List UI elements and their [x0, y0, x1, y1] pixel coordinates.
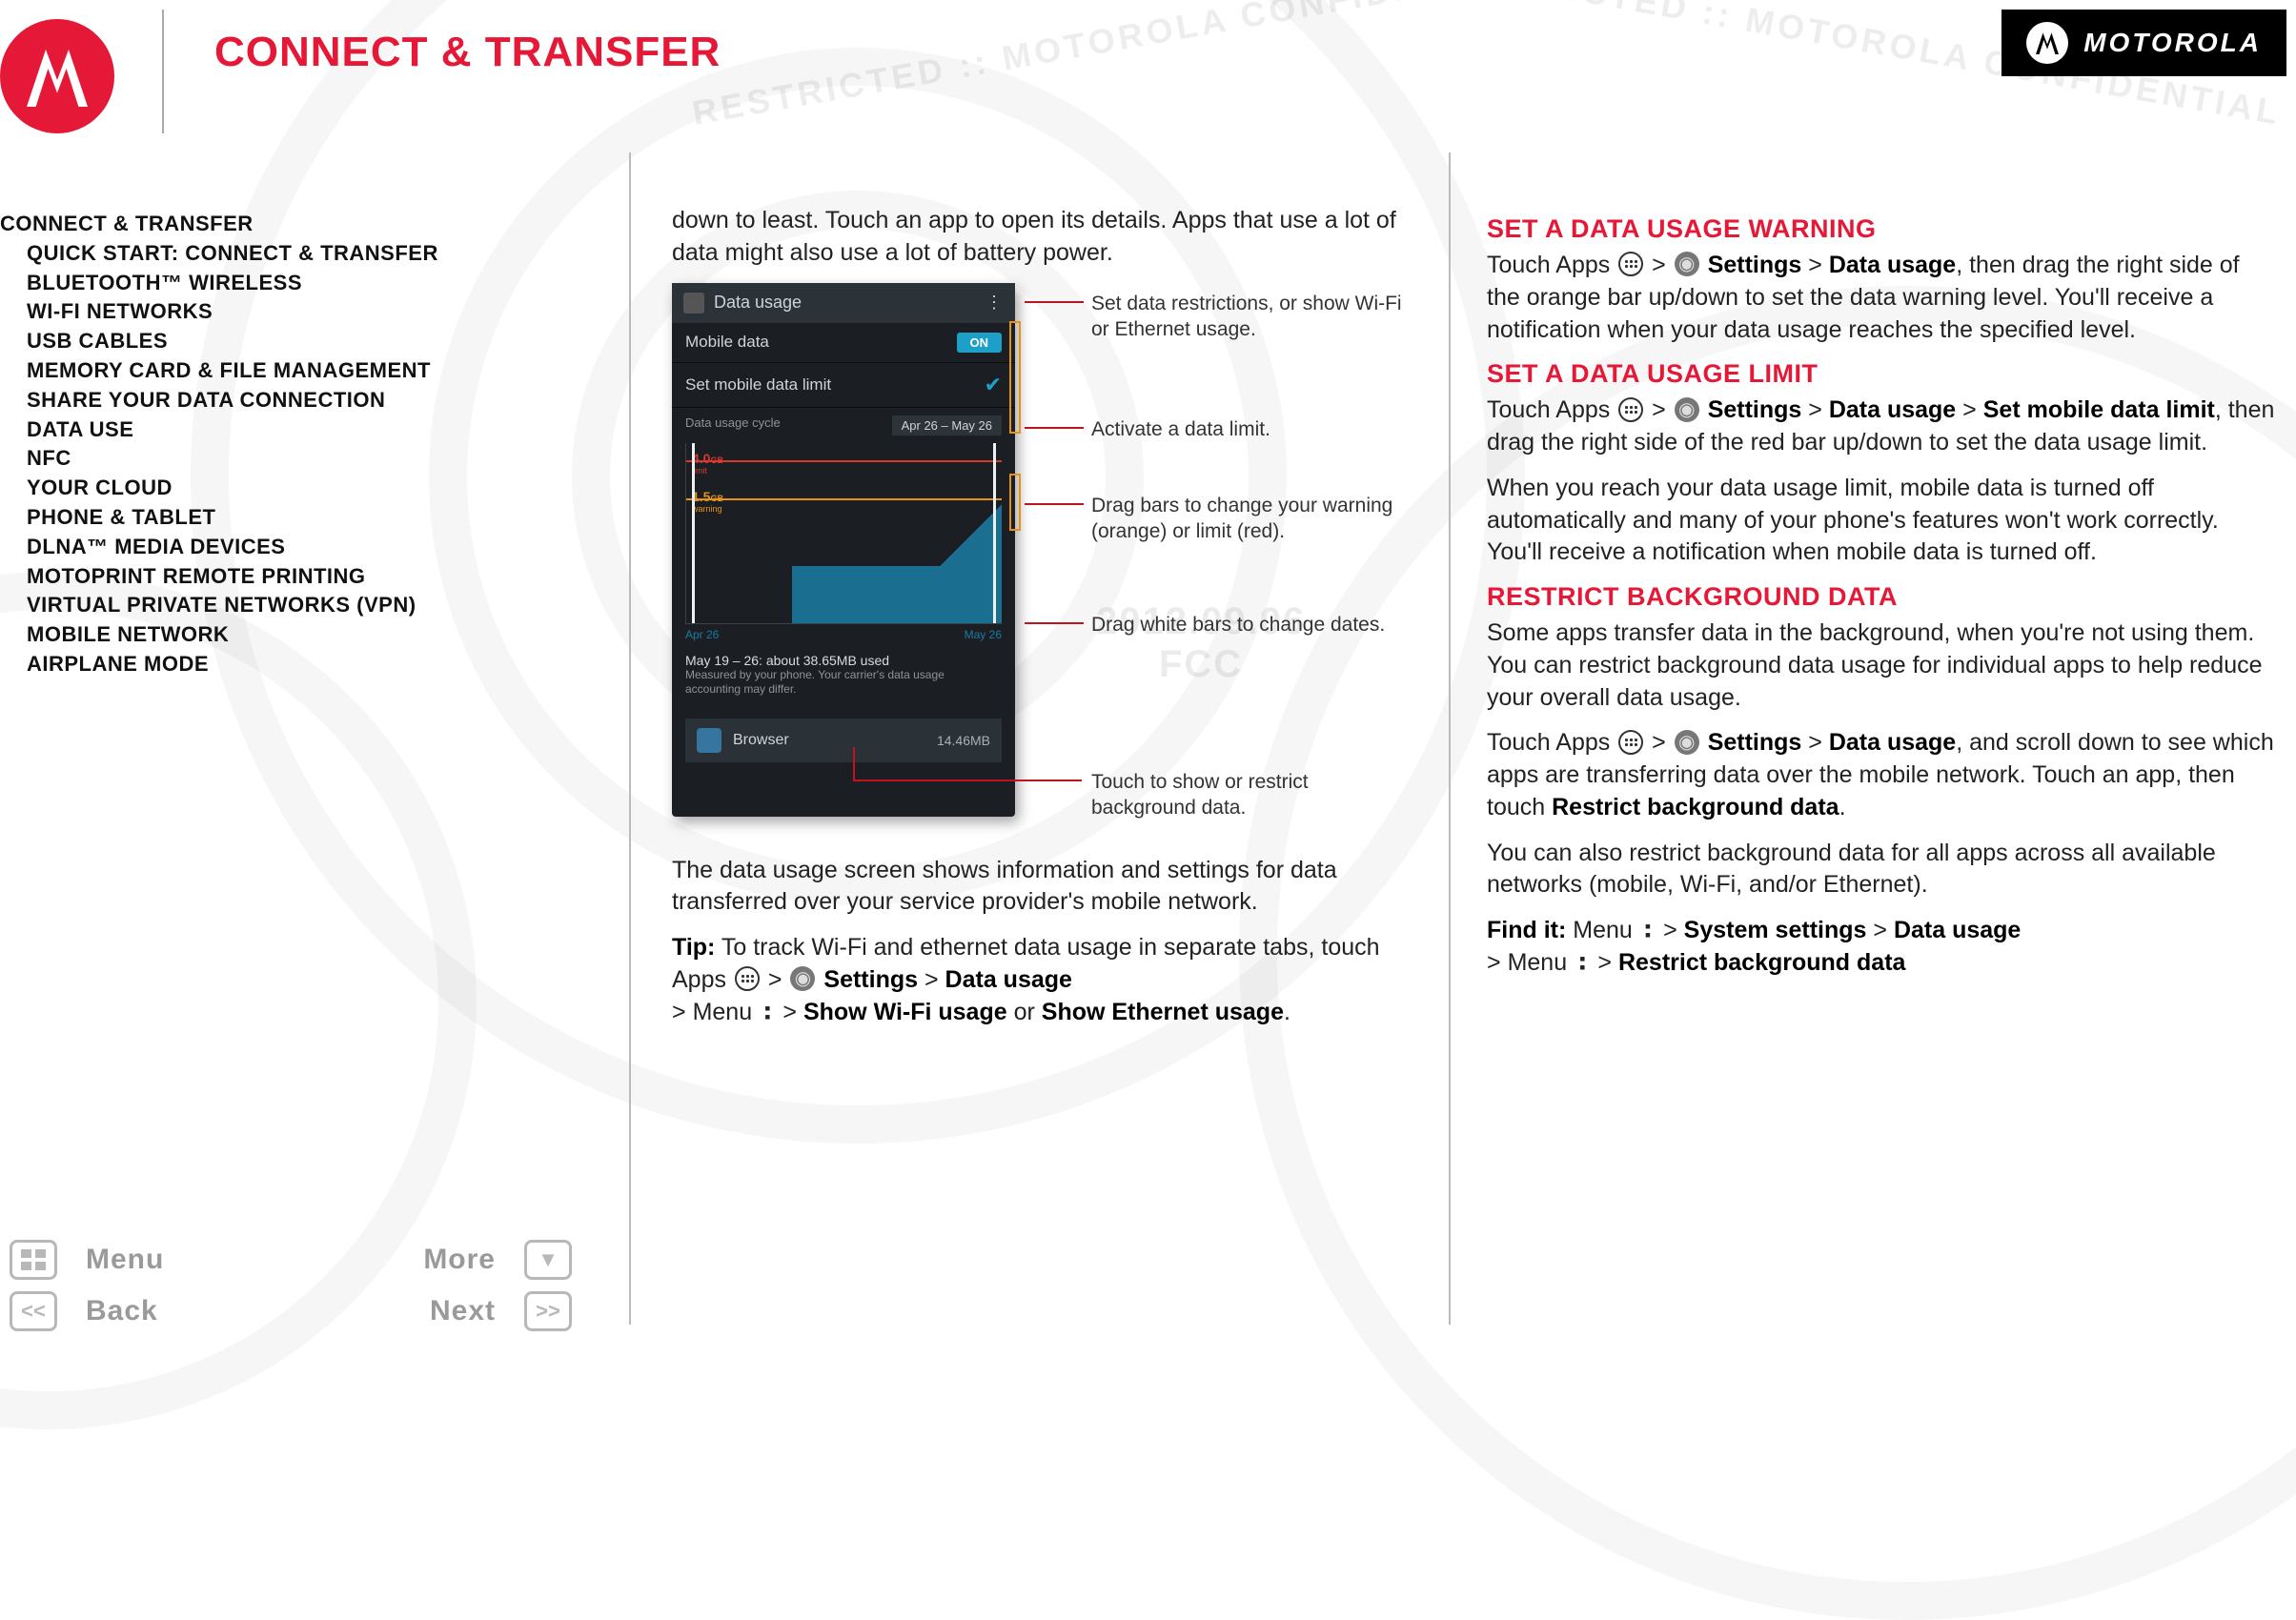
next-icon[interactable]: >> [524, 1291, 572, 1331]
footer-nav: Menu More ▼ << Back Next >> [10, 1240, 572, 1343]
toc-item[interactable]: DLNA™ MEDIA DEVICES [0, 533, 534, 562]
find-it-text: Find it: Menu ▪▪ > System settings > Dat… [1487, 915, 2278, 980]
overflow-menu-icon: ▪▪ [764, 1004, 770, 1022]
x-start: Apr 26 [685, 628, 719, 641]
toc-item[interactable]: WI-FI NETWORKS [0, 297, 534, 327]
toc-item[interactable]: NFC [0, 444, 534, 474]
toc-item[interactable]: VIRTUAL PRIVATE NETWORKS (VPN) [0, 591, 534, 620]
apps-icon [1618, 397, 1643, 422]
cycle-row: Data usage cycle Apr 26 – May 26 [672, 408, 1015, 443]
section-heading: SET A DATA USAGE WARNING [1487, 214, 2278, 244]
body-text: Some apps transfer data in the backgroun… [1487, 618, 2278, 714]
usage-area [887, 499, 1002, 623]
toc-item[interactable]: AIRPLANE MODE [0, 650, 534, 679]
usage-chart: 4.0GBlimit 1.5GBwarning [685, 443, 1002, 624]
callout: Set data restrictions, or show Wi-Fi or … [1091, 291, 1406, 343]
app-usage-row: Browser 14.46MB [685, 719, 1002, 762]
menu-icon[interactable] [10, 1240, 57, 1280]
usage-summary: May 19 – 26: about 38.65MB used Measured… [672, 645, 1015, 705]
toc-item[interactable]: MEMORY CARD & FILE MANAGEMENT [0, 356, 534, 386]
back-button[interactable]: Back [86, 1295, 229, 1327]
apps-icon [735, 966, 760, 991]
toc-sidebar: CONNECT & TRANSFERQUICK START: CONNECT &… [0, 210, 534, 679]
toc-item[interactable]: USB CABLES [0, 327, 534, 356]
toc-item[interactable]: BLUETOOTH™ WIRELESS [0, 269, 534, 298]
data-usage-figure: Data usage ⋮ Mobile data ON Set mobile d… [672, 283, 1406, 826]
menu-button[interactable]: Menu [86, 1244, 229, 1276]
body-text: Touch Apps > Settings > Data usage > Set… [1487, 395, 2278, 459]
content-column-2: SET A DATA USAGE WARNING Touch Apps > Se… [1487, 205, 2278, 993]
on-toggle: ON [957, 333, 1003, 353]
more-button[interactable]: More [353, 1244, 496, 1276]
body-text: Touch Apps > Settings > Data usage, then… [1487, 250, 2278, 346]
warning-label: 1.5GBwarning [692, 489, 723, 514]
toc-item[interactable]: PHONE & TABLET [0, 503, 534, 533]
toc-item[interactable]: SHARE YOUR DATA CONNECTION [0, 386, 534, 415]
label: Mobile data [685, 333, 769, 352]
x-end: May 26 [965, 628, 1002, 641]
date-handle [692, 443, 695, 623]
phone-screenshot: Data usage ⋮ Mobile data ON Set mobile d… [672, 283, 1015, 817]
page-title: CONNECT & TRANSFER [214, 29, 721, 76]
callout: Activate a data limit. [1091, 416, 1396, 442]
gear-icon [1675, 730, 1699, 755]
callout: Drag bars to change your warning (orange… [1091, 493, 1406, 545]
callout: Drag white bars to change dates. [1091, 612, 1406, 638]
label: Data usage cycle [685, 415, 781, 435]
set-limit-row: Set mobile data limit ✔ [672, 363, 1015, 408]
back-icon[interactable]: << [10, 1291, 57, 1331]
app-size: 14.46MB [937, 733, 990, 748]
tip-text: Tip: To track Wi-Fi and ethernet data us… [672, 932, 1415, 1028]
column-divider [629, 152, 631, 1325]
overflow-menu-icon: ▪▪ [1645, 922, 1651, 940]
brand-name: MOTOROLA [2083, 28, 2262, 58]
motorola-logo-icon [0, 19, 114, 133]
toc-item[interactable]: YOUR CLOUD [0, 474, 534, 503]
body-text: When you reach your data usage limit, mo… [1487, 473, 2278, 569]
section-heading: SET A DATA USAGE LIMIT [1487, 359, 2278, 389]
body-text: Touch Apps > Settings > Data usage, and … [1487, 727, 2278, 823]
toc-item[interactable]: DATA USE [0, 415, 534, 445]
date-handle [993, 443, 996, 623]
watermark-text: RESTRICTED :: MOTOROLA CONFIDENTIAL [689, 0, 1541, 133]
toc-item[interactable]: QUICK START: CONNECT & TRANSFER [0, 239, 534, 269]
column-divider [1449, 152, 1451, 1325]
callout: Touch to show or restrict background dat… [1091, 769, 1406, 821]
header-divider [162, 10, 164, 133]
toc-item[interactable]: CONNECT & TRANSFER [0, 210, 534, 239]
limit-line [686, 460, 1002, 462]
motorola-logo-icon [2026, 22, 2068, 64]
section-heading: RESTRICT BACKGROUND DATA [1487, 582, 2278, 612]
content-column-1: down to least. Touch an app to open its … [672, 205, 1415, 1042]
brand-badge: MOTOROLA [2001, 10, 2286, 76]
chart-x-axis: Apr 26 May 26 [672, 624, 1015, 645]
toc-item[interactable]: MOTOPRINT REMOTE PRINTING [0, 562, 534, 592]
gear-icon [790, 966, 815, 991]
check-icon: ✔ [985, 373, 1002, 397]
screen-title: Data usage [714, 293, 802, 313]
body-text: down to least. Touch an app to open its … [672, 205, 1415, 270]
body-text: You can also restrict background data fo… [1487, 838, 2278, 902]
apps-icon [1618, 252, 1643, 276]
next-button[interactable]: Next [353, 1295, 496, 1327]
apps-icon [1618, 730, 1643, 755]
gear-icon [1675, 397, 1699, 422]
highlight-box [1009, 474, 1021, 531]
highlight-box [1009, 321, 1021, 434]
cycle-value: Apr 26 – May 26 [892, 415, 1002, 435]
browser-icon [697, 728, 721, 753]
screen-titlebar: Data usage ⋮ [672, 283, 1015, 323]
gear-icon [1675, 252, 1699, 276]
limit-label: 4.0GBlimit [692, 451, 723, 476]
overflow-menu-icon: ▪▪ [1579, 955, 1585, 972]
body-text: The data usage screen shows information … [672, 855, 1415, 920]
toc-item[interactable]: MOBILE NETWORK [0, 620, 534, 650]
gear-icon [683, 293, 704, 314]
more-icon[interactable]: ▼ [524, 1240, 572, 1280]
mobile-data-row: Mobile data ON [672, 323, 1015, 363]
label: Set mobile data limit [685, 375, 831, 395]
overflow-menu-icon: ⋮ [985, 293, 1004, 313]
app-name: Browser [733, 732, 789, 749]
